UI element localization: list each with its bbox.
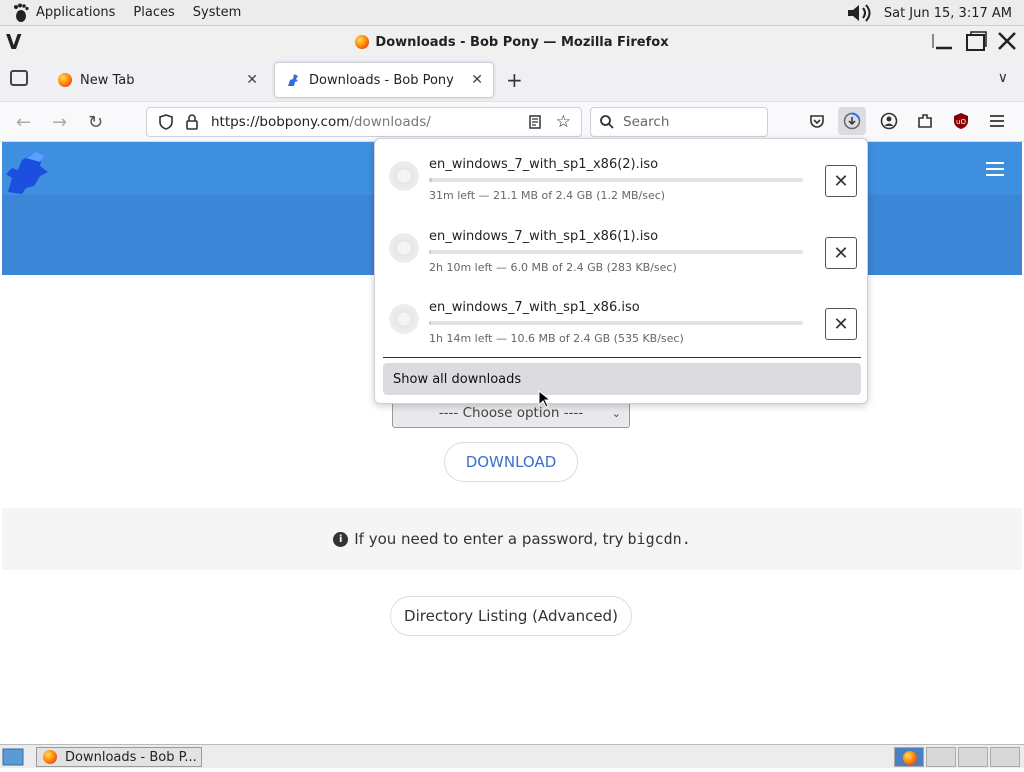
back-icon[interactable]: ← (16, 112, 31, 133)
workspace-4[interactable] (990, 747, 1020, 767)
svg-text:uO: uO (956, 118, 966, 126)
mouse-cursor-icon (538, 390, 550, 408)
app-menu-icon[interactable] (986, 110, 1008, 132)
downloads-icon[interactable] (838, 107, 866, 135)
tab-label: New Tab (80, 72, 135, 88)
bobpony-logo-icon[interactable] (4, 146, 50, 196)
search-placeholder: Search (623, 114, 670, 130)
download-filename: en_windows_7_with_sp1_x86.iso (429, 300, 640, 315)
option-select-value: ---- Choose option ---- (438, 405, 584, 421)
clock[interactable]: Sat Jun 15, 3:17 AM (884, 6, 1012, 21)
cancel-download-button[interactable]: ✕ (825, 165, 857, 197)
forward-icon[interactable]: → (52, 112, 67, 133)
window-controls (932, 30, 1018, 52)
ublock-origin-icon[interactable]: uO (950, 110, 972, 132)
tab-downloads[interactable]: Downloads - Bob Pony ✕ (274, 62, 494, 98)
workspace-1[interactable] (894, 747, 924, 767)
cancel-download-button[interactable]: ✕ (825, 308, 857, 340)
password-value: bigcdn. (627, 530, 691, 548)
show-all-downloads-button[interactable]: Show all downloads (383, 363, 861, 395)
url-path: /downloads/ (349, 114, 431, 130)
download-progress (429, 178, 803, 182)
firefox-icon (903, 751, 917, 765)
download-item[interactable]: en_windows_7_with_sp1_x86(2).iso 31m lef… (383, 141, 863, 205)
workspace-3[interactable] (958, 747, 988, 767)
applications-menu[interactable]: Applications (36, 5, 115, 20)
download-progress-fill (429, 178, 433, 182)
system-menu[interactable]: System (193, 5, 241, 20)
places-menu[interactable]: Places (133, 5, 174, 20)
close-tab-icon[interactable]: ✕ (246, 72, 258, 88)
download-button[interactable]: DOWNLOAD (444, 442, 578, 482)
firefox-icon (58, 73, 72, 87)
bookmark-star-icon[interactable]: ☆ (556, 112, 571, 132)
firefox-icon (355, 35, 370, 49)
disc-file-icon (389, 233, 419, 263)
reader-view-icon[interactable] (527, 114, 543, 130)
bottom-taskbar: Downloads - Bob P... (0, 744, 1024, 768)
chevron-down-icon: ⌄ (611, 406, 621, 420)
info-icon: i (333, 531, 349, 547)
search-bar[interactable]: Search (590, 107, 768, 137)
top-panel: Applications Places System Sat Jun 15, 3… (0, 0, 1024, 26)
new-tab-icon[interactable]: + (506, 68, 523, 92)
show-desktop-icon[interactable] (2, 747, 24, 767)
download-progress-fill (429, 321, 431, 325)
reload-icon[interactable]: ↻ (88, 112, 103, 133)
gnome-foot-icon[interactable] (12, 3, 30, 23)
download-progress (429, 250, 803, 254)
cancel-download-button[interactable]: ✕ (825, 237, 857, 269)
disc-file-icon (389, 304, 419, 334)
list-all-tabs-icon[interactable]: ∨ (998, 70, 1008, 86)
firefox-view-icon[interactable] (10, 70, 28, 86)
account-icon[interactable] (878, 110, 900, 132)
directory-listing-button[interactable]: Directory Listing (Advanced) (390, 596, 632, 636)
tab-new-tab[interactable]: New Tab ✕ (48, 62, 268, 98)
shield-icon[interactable] (157, 113, 175, 131)
password-notice: i If you need to enter a password, try b… (2, 508, 1022, 570)
bobpony-favicon-icon (288, 74, 298, 86)
download-progress (429, 321, 803, 325)
volume-icon[interactable] (846, 3, 876, 23)
download-progress-fill (429, 250, 431, 254)
downloads-panel: en_windows_7_with_sp1_x86(2).iso 31m lef… (374, 138, 868, 404)
password-text: If you need to enter a password, try (354, 530, 624, 548)
close-tab-icon[interactable]: ✕ (471, 72, 483, 88)
window-title: Downloads - Bob Pony — Mozilla Firefox (355, 34, 669, 50)
workspace-2[interactable] (926, 747, 956, 767)
close-window-icon[interactable] (996, 30, 1018, 52)
panel-divider (383, 357, 861, 358)
taskbar-window-firefox[interactable]: Downloads - Bob P... (36, 747, 202, 767)
download-status: 31m left — 21.1 MB of 2.4 GB (1.2 MB/sec… (429, 189, 666, 202)
maximize-icon[interactable] (964, 30, 988, 52)
download-filename: en_windows_7_with_sp1_x86(1).iso (429, 229, 659, 244)
download-item[interactable]: en_windows_7_with_sp1_x86.iso 1h 14m lef… (383, 284, 863, 348)
extensions-icon[interactable] (914, 110, 936, 132)
firefox-icon (43, 750, 57, 764)
window-menu-icon[interactable]: V (6, 30, 21, 54)
minimize-icon[interactable] (932, 30, 956, 52)
download-status: 2h 10m left — 6.0 MB of 2.4 GB (283 KB/s… (429, 261, 677, 274)
url-bar[interactable]: https://bobpony.com/downloads/ ☆ (146, 107, 582, 137)
download-item[interactable]: en_windows_7_with_sp1_x86(1).iso 2h 10m … (383, 213, 863, 277)
download-filename: en_windows_7_with_sp1_x86(2).iso (429, 157, 659, 172)
download-status: 1h 14m left — 10.6 MB of 2.4 GB (535 KB/… (429, 332, 684, 345)
url-host: https://bobpony.com (211, 114, 350, 130)
search-icon (600, 115, 614, 129)
tab-label: Downloads - Bob Pony (309, 72, 454, 88)
window-titlebar: V Downloads - Bob Pony — Mozilla Firefox (0, 26, 1024, 58)
window-title-text: Downloads - Bob Pony — Mozilla Firefox (375, 34, 669, 50)
disc-file-icon (389, 161, 419, 191)
navigation-toolbar: ← → ↻ https://bobpony.com/downloads/ ☆ S… (0, 102, 1024, 142)
pocket-icon[interactable] (806, 110, 828, 132)
taskbar-window-label: Downloads - Bob P... (65, 749, 197, 765)
tab-strip: New Tab ✕ Downloads - Bob Pony ✕ + ∨ (0, 58, 1024, 102)
lock-icon[interactable] (183, 113, 201, 131)
site-menu-icon[interactable] (986, 162, 1004, 180)
